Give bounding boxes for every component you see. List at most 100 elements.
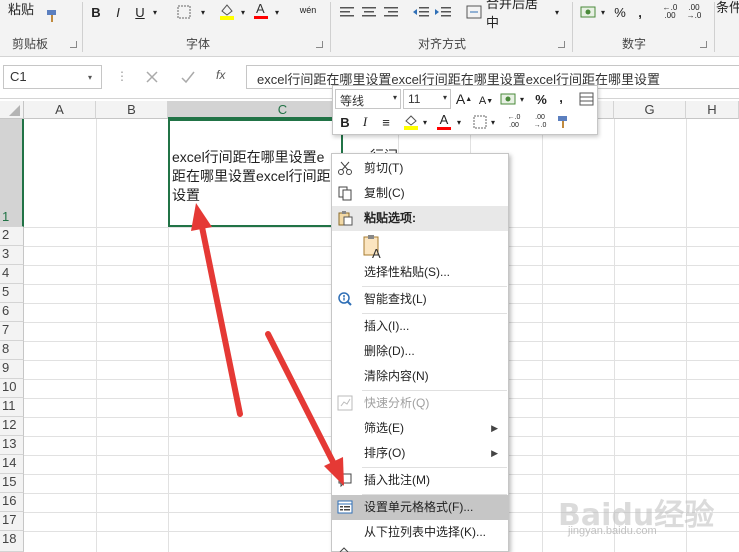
column-header-a[interactable]: A (24, 101, 96, 119)
decrease-decimal-icon[interactable]: .00 →.0 (529, 112, 551, 132)
border-icon[interactable] (471, 112, 489, 132)
currency-icon[interactable] (578, 2, 598, 22)
align-center-icon[interactable] (360, 2, 378, 22)
fill-color-icon[interactable] (216, 1, 238, 21)
increase-decimal-icon[interactable]: ←.0.00 (660, 2, 680, 22)
row-header-15[interactable]: 15 (0, 474, 24, 493)
row-header-5[interactable]: 5 (0, 284, 24, 303)
font-color-letter: A (439, 111, 449, 127)
menu-item-smart-lookup[interactable]: 智能查找(L) (332, 287, 508, 312)
menu-item-paste-special[interactable]: 选择性粘贴(S)... (332, 260, 508, 285)
format-painter-icon[interactable] (555, 112, 573, 132)
paste-button[interactable]: 粘贴 (6, 0, 36, 18)
alignment-launcher-icon[interactable] (558, 41, 565, 48)
menu-item-insert[interactable]: 插入(I)... (332, 314, 508, 339)
format-painter-icon[interactable] (42, 6, 64, 26)
row-header-6[interactable]: 6 (0, 303, 24, 322)
percent-button[interactable]: % (612, 2, 628, 22)
cancel-icon[interactable] (142, 67, 162, 87)
menu-item-clear-contents[interactable]: 清除内容(N) (332, 364, 508, 389)
menu-item-insert-comment[interactable]: 插入批注(M) (332, 468, 508, 493)
currency-dropdown-icon[interactable]: ▾ (598, 2, 608, 22)
border-dropdown-icon[interactable]: ▾ (198, 2, 208, 22)
row-header-3[interactable]: 3 (0, 246, 24, 265)
border-dropdown-icon[interactable]: ▾ (489, 112, 497, 132)
row-header-14[interactable]: 14 (0, 455, 24, 474)
comma-button[interactable]: , (555, 87, 567, 107)
menu-item-cut[interactable]: 剪切(T) (332, 156, 508, 181)
fill-dropdown-icon[interactable]: ▾ (238, 2, 248, 22)
column-header-b[interactable]: B (96, 101, 168, 119)
paste-keep-text-icon[interactable]: A (362, 234, 386, 261)
font-color-button[interactable]: A (435, 111, 453, 131)
submenu-arrow-icon: ▶ (491, 423, 498, 433)
phonetic-icon[interactable]: wén (294, 0, 322, 20)
grow-font-button[interactable]: A ▲ (456, 89, 472, 109)
font-name-dropdown-icon[interactable]: ▾ (393, 93, 397, 102)
row-header-17[interactable]: 17 (0, 512, 24, 531)
table-format-icon[interactable] (577, 89, 595, 109)
increase-decimal-icon[interactable]: ←.0.00 (503, 112, 525, 132)
fill-dropdown-icon[interactable]: ▾ (421, 112, 429, 132)
font-launcher-icon[interactable] (316, 41, 323, 48)
decrease-decimal-icon[interactable]: .00 →.0 (684, 2, 704, 22)
name-box-dropdown-icon[interactable]: ▾ (88, 73, 92, 82)
row-header-4[interactable]: 4 (0, 265, 24, 284)
row-header-13[interactable]: 13 (0, 436, 24, 455)
border-icon[interactable] (174, 2, 194, 22)
currency-icon[interactable] (498, 89, 518, 109)
row-header-16[interactable]: 16 (0, 493, 24, 512)
row-header-1[interactable]: 1 (0, 119, 24, 227)
menu-item-sort[interactable]: 排序(O) ▶ (332, 441, 508, 466)
merge-dropdown-icon[interactable]: ▾ (552, 2, 562, 22)
conditional-format-button[interactable]: 条件 (716, 0, 739, 16)
bold-button[interactable]: B (337, 112, 353, 132)
svg-text:A: A (372, 246, 381, 260)
font-color-icon[interactable]: A (252, 0, 270, 20)
row-header-7[interactable]: 7 (0, 322, 24, 341)
row-header-8[interactable]: 8 (0, 341, 24, 360)
insert-function-icon[interactable]: fx (216, 68, 225, 82)
row-header-10[interactable]: 10 (0, 379, 24, 398)
cell-c1[interactable]: excel行间距在哪里设置e 距在哪里设置excel行间距 设置 (168, 119, 343, 227)
number-launcher-icon[interactable] (700, 41, 707, 48)
currency-dropdown-icon[interactable]: ▾ (518, 89, 526, 109)
enter-icon[interactable] (178, 67, 198, 87)
font-name-select[interactable]: 等线 ▾ (335, 89, 401, 109)
underline-dropdown-icon[interactable]: ▾ (150, 2, 160, 22)
font-color-dropdown-icon[interactable]: ▾ (455, 112, 463, 132)
menu-item-format-cells[interactable]: 设置单元格格式(F)... (332, 495, 508, 520)
row-header-2[interactable]: 2 (0, 227, 24, 246)
bold-button[interactable]: B (88, 2, 104, 22)
column-header-h[interactable]: H (686, 101, 739, 119)
merge-center-button[interactable]: 合并后居中 (486, 0, 548, 30)
menu-item-filter[interactable]: 筛选(E) ▶ (332, 416, 508, 441)
clipboard-launcher-icon[interactable] (70, 41, 77, 48)
menu-item-copy[interactable]: 复制(C) (332, 181, 508, 206)
shrink-font-button[interactable]: A ▼ (478, 91, 494, 111)
row-header-12[interactable]: 12 (0, 417, 24, 436)
row-header-9[interactable]: 9 (0, 360, 24, 379)
column-header-g[interactable]: G (614, 101, 686, 119)
percent-button[interactable]: % (533, 89, 549, 109)
menu-item-pick-from-list[interactable]: 从下拉列表中选择(K)... (332, 520, 508, 545)
font-size-dropdown-icon[interactable]: ▾ (443, 93, 447, 102)
italic-button[interactable]: I (357, 112, 373, 132)
fill-color-icon[interactable] (401, 112, 421, 132)
increase-indent-icon[interactable] (434, 2, 452, 22)
comma-button[interactable]: , (634, 2, 646, 22)
row-header-11[interactable]: 11 (0, 398, 24, 417)
select-all-corner[interactable] (0, 101, 24, 119)
font-color-dropdown-icon[interactable]: ▾ (272, 2, 282, 22)
decrease-indent-icon[interactable] (412, 2, 430, 22)
merge-center-icon[interactable] (464, 2, 484, 22)
menu-item-filter-label: 筛选(E) (364, 421, 404, 435)
menu-item-delete[interactable]: 删除(D)... (332, 339, 508, 364)
row-header-18[interactable]: 18 (0, 531, 24, 552)
underline-button[interactable]: U (132, 2, 148, 22)
align-left-icon[interactable] (338, 2, 356, 22)
align-right-icon[interactable] (382, 2, 400, 22)
font-size-select[interactable]: 11 ▾ (403, 89, 451, 109)
align-center-button[interactable]: ≡ (377, 112, 395, 132)
italic-button[interactable]: I (110, 2, 126, 22)
